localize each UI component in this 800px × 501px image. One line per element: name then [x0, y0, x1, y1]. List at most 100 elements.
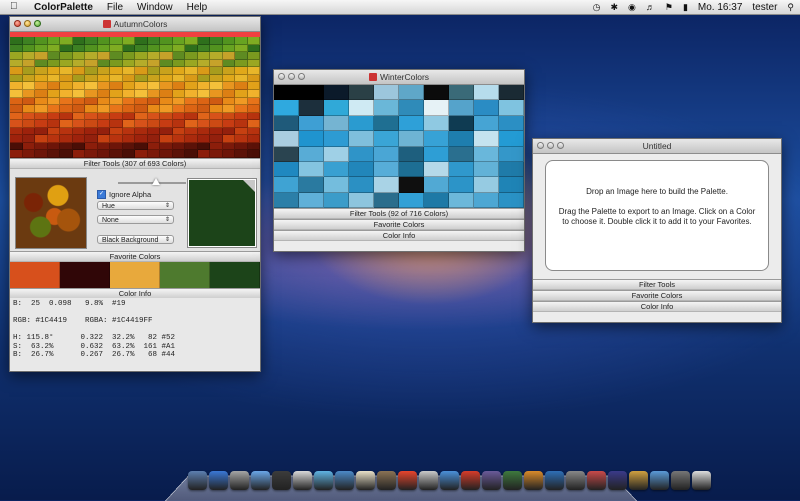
palette-color-cell[interactable] — [172, 37, 185, 45]
palette-color-cell[interactable] — [247, 37, 260, 45]
dock-app-icon[interactable] — [629, 471, 648, 490]
palette-color-cell[interactable] — [135, 127, 148, 136]
palette-color-cell[interactable] — [235, 74, 248, 83]
palette-color-cell[interactable] — [474, 161, 499, 178]
palette-color-cell[interactable] — [274, 115, 299, 132]
palette-color-cell[interactable] — [499, 177, 524, 193]
palette-color-cell[interactable] — [210, 52, 223, 60]
palette-color-cell[interactable] — [349, 115, 374, 132]
palette-color-cell[interactable] — [210, 67, 223, 75]
palette-color-cell[interactable] — [474, 100, 499, 116]
palette-color-cell[interactable] — [172, 67, 185, 75]
palette-color-cell[interactable] — [247, 112, 260, 121]
palette-color-cell[interactable] — [185, 37, 198, 45]
palette-color-cell[interactable] — [299, 161, 324, 178]
palette-color-cell[interactable] — [135, 59, 148, 68]
palette-color-cell[interactable] — [222, 67, 235, 75]
palette-color-cell[interactable] — [247, 135, 260, 143]
palette-color-cell[interactable] — [110, 67, 123, 75]
palette-color-cell[interactable] — [85, 67, 98, 75]
palette-color-cell[interactable] — [172, 142, 185, 151]
palette-color-cell[interactable] — [235, 67, 248, 75]
palette-color-cell[interactable] — [222, 59, 235, 68]
palette-color-cell[interactable] — [197, 105, 210, 113]
palette-color-cell[interactable] — [10, 120, 23, 128]
palette-color-cell[interactable] — [160, 67, 173, 75]
palette-color-cell[interactable] — [47, 59, 60, 68]
palette-color-cell[interactable] — [399, 115, 424, 132]
palette-color-cell[interactable] — [185, 74, 198, 83]
palette-color-cell[interactable] — [349, 161, 374, 178]
palette-color-cell[interactable] — [122, 52, 135, 60]
palette-color-cell[interactable] — [60, 142, 73, 151]
palette-color-cell[interactable] — [210, 105, 223, 113]
favorite-colors-bar[interactable]: Favorite Colors — [274, 219, 524, 230]
minimize-button[interactable] — [24, 20, 31, 27]
palette-color-cell[interactable] — [60, 44, 73, 53]
palette-color-cell[interactable] — [197, 74, 210, 83]
palette-color-cell[interactable] — [22, 150, 35, 158]
palette-color-cell[interactable] — [97, 59, 110, 68]
palette-color-cell[interactable] — [10, 112, 23, 121]
palette-color-cell[interactable] — [374, 100, 399, 116]
palette-color-cell[interactable] — [22, 89, 35, 98]
color-info-bar[interactable]: Color Info — [533, 301, 781, 312]
palette-color-cell[interactable] — [172, 74, 185, 83]
palette-color-cell[interactable] — [160, 112, 173, 121]
palette-color-cell[interactable] — [374, 146, 399, 162]
palette-color-cell[interactable] — [499, 100, 524, 116]
palette-color-cell[interactable] — [10, 44, 23, 53]
menubar-clock[interactable]: Mo. 16:37 — [698, 2, 742, 13]
palette-color-cell[interactable] — [424, 115, 449, 132]
palette-color-cell[interactable] — [222, 105, 235, 113]
palette-color-cell[interactable] — [197, 44, 210, 53]
palette-color-cell[interactable] — [147, 150, 160, 158]
palette-color-cell[interactable] — [247, 97, 260, 106]
palette-color-cell[interactable] — [147, 74, 160, 83]
palette-color-cell[interactable] — [399, 146, 424, 162]
palette-color-cell[interactable] — [235, 52, 248, 60]
palette-color-cell[interactable] — [97, 82, 110, 90]
favorite-color-swatch[interactable] — [10, 262, 60, 288]
palette-color-cell[interactable] — [122, 150, 135, 158]
dock-app-icon[interactable] — [671, 471, 690, 490]
palette-color-cell[interactable] — [85, 37, 98, 45]
slider-knob[interactable] — [152, 178, 160, 185]
palette-color-cell[interactable] — [499, 192, 524, 208]
palette-color-cell[interactable] — [110, 74, 123, 83]
palette-color-cell[interactable] — [197, 150, 210, 158]
palette-color-cell[interactable] — [22, 37, 35, 45]
palette-color-cell[interactable] — [185, 52, 198, 60]
palette-color-cell[interactable] — [424, 131, 449, 147]
favorite-colors-bar[interactable]: Favorite Colors — [533, 290, 781, 301]
palette-color-cell[interactable] — [60, 135, 73, 143]
palette-color-cell[interactable] — [10, 89, 23, 98]
dock-app-icon[interactable] — [482, 471, 501, 490]
title-bar[interactable]: AutumnColors — [10, 17, 260, 32]
palette-grid[interactable] — [274, 85, 524, 208]
palette-color-cell[interactable] — [97, 112, 110, 121]
palette-color-cell[interactable] — [160, 127, 173, 136]
palette-color-cell[interactable] — [197, 112, 210, 121]
palette-color-cell[interactable] — [210, 127, 223, 136]
dock-app-icon[interactable] — [335, 471, 354, 490]
palette-color-cell[interactable] — [97, 105, 110, 113]
palette-color-cell[interactable] — [235, 135, 248, 143]
palette-color-cell[interactable] — [424, 161, 449, 178]
dock-app-icon[interactable] — [524, 471, 543, 490]
palette-color-cell[interactable] — [60, 127, 73, 136]
palette-color-cell[interactable] — [10, 150, 23, 158]
background-popup[interactable]: Black Background ⇕ — [97, 235, 174, 244]
palette-color-cell[interactable] — [97, 150, 110, 158]
palette-color-cell[interactable] — [135, 74, 148, 83]
palette-color-cell[interactable] — [22, 82, 35, 90]
palette-color-cell[interactable] — [449, 85, 474, 101]
palette-color-cell[interactable] — [85, 97, 98, 106]
dock-app-icon[interactable] — [566, 471, 585, 490]
palette-color-cell[interactable] — [499, 161, 524, 178]
color-info-bar[interactable]: Color Info — [274, 230, 524, 241]
dock-app-icon[interactable] — [650, 471, 669, 490]
palette-color-cell[interactable] — [135, 82, 148, 90]
palette-color-cell[interactable] — [274, 146, 299, 162]
palette-color-cell[interactable] — [185, 67, 198, 75]
